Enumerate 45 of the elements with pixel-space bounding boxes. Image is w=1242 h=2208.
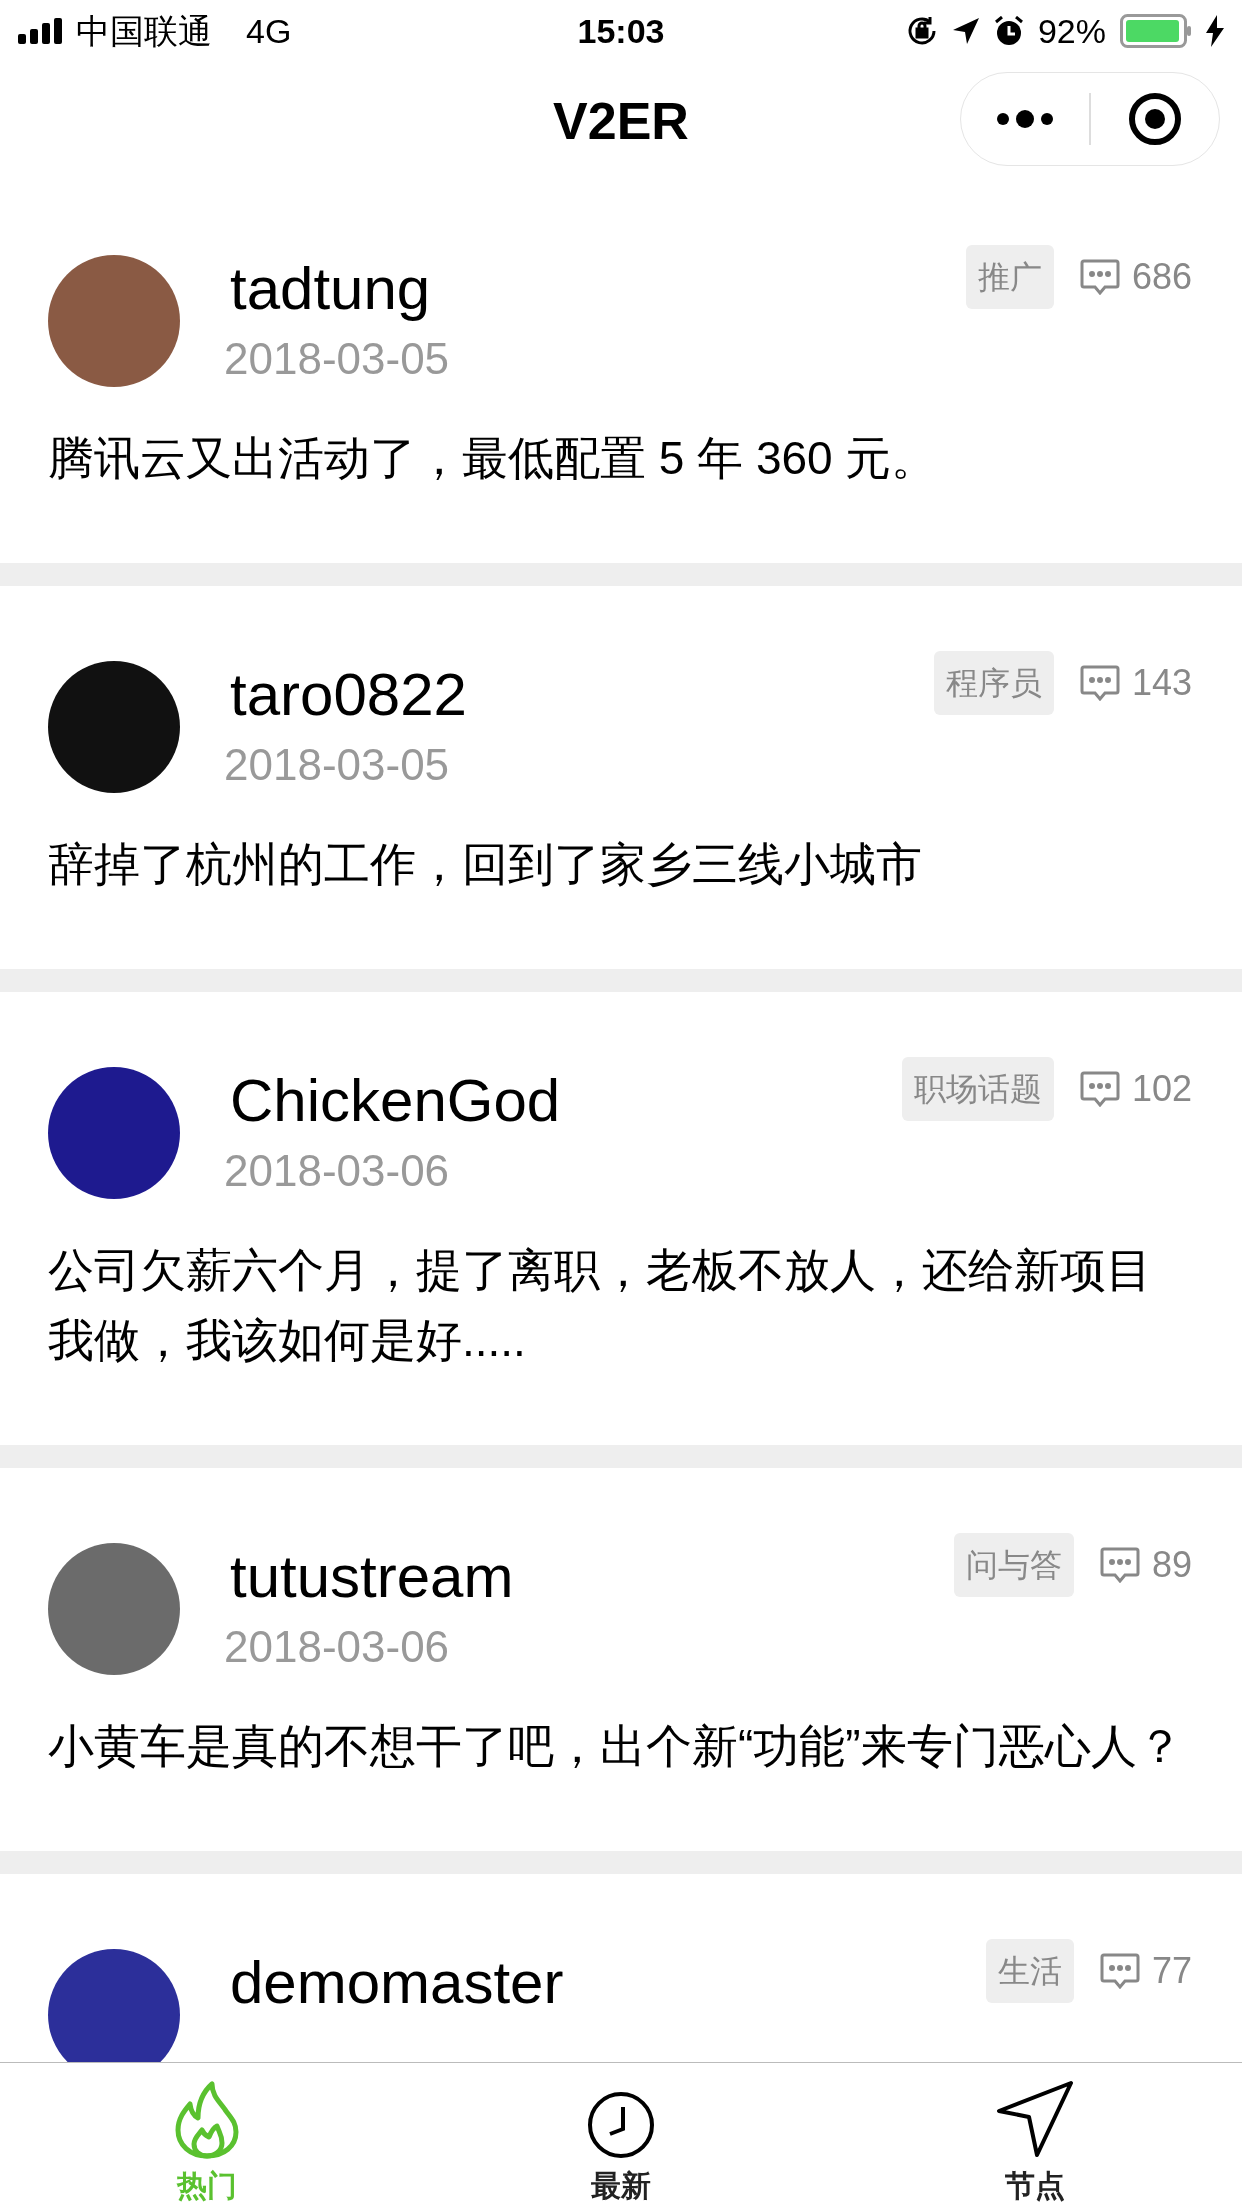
more-icon bbox=[995, 110, 1055, 128]
post-card[interactable]: ChickenGod 2018-03-06 职场话题 102 公司欠薪六个月，提了离职，老板不放人，还给新项目我做，我该如何是好..... bbox=[0, 992, 1242, 1445]
post-date: 2018-03-06 bbox=[224, 1621, 451, 1673]
post-title: 腾讯云又出活动了，最低配置 5 年 360 元。 bbox=[48, 431, 939, 486]
post-card[interactable]: demomaster 生活 77 bbox=[0, 1874, 1242, 2062]
network-type: 4G bbox=[246, 10, 292, 52]
carrier-name: 中国联通 bbox=[76, 10, 212, 52]
username[interactable]: demomaster bbox=[230, 1945, 986, 2021]
comment-icon bbox=[1099, 1547, 1140, 1583]
page-title: V2ER bbox=[553, 91, 689, 152]
post-title: 公司欠薪六个月，提了离职，老板不放人，还给新项目我做，我该如何是好..... bbox=[48, 1243, 1153, 1368]
battery-icon bbox=[1120, 14, 1192, 48]
post-title: 小黄车是真的不想干了吧，出个新“功能”来专门恶心人？ bbox=[48, 1719, 1184, 1774]
post-card[interactable]: tutustream 2018-03-06 问与答 89 小黄车是真的不想干了吧，出个新“功能”来专门恶心人？ bbox=[0, 1468, 1242, 1851]
alarm-clock-icon bbox=[993, 16, 1024, 46]
post-date: 2018-03-05 bbox=[224, 739, 451, 791]
post-title: 辞掉了杭州的工作，回到了家乡三线小城市 bbox=[48, 837, 923, 892]
charging-bolt-icon bbox=[1206, 15, 1224, 47]
comment-count: 77 bbox=[1151, 1949, 1192, 1993]
tab-item[interactable]: 最新 bbox=[414, 2063, 828, 2208]
tab-item[interactable]: 节点 bbox=[828, 2063, 1242, 2208]
send-arrow-icon bbox=[995, 2079, 1075, 2159]
location-arrow-icon bbox=[951, 17, 980, 45]
username[interactable]: taro0822 bbox=[230, 657, 934, 733]
comment-icon bbox=[1079, 665, 1120, 701]
clock-icon bbox=[587, 2091, 655, 2159]
post-card[interactable]: taro0822 2018-03-05 程序员 143 辞掉了杭州的工作，回到了家乡三线小城市 bbox=[0, 586, 1242, 969]
rotation-lock-icon bbox=[905, 15, 938, 47]
flame-icon bbox=[174, 2081, 240, 2159]
comment-icon bbox=[1079, 1071, 1120, 1107]
comment-icon bbox=[1079, 259, 1120, 295]
username[interactable]: ChickenGod bbox=[230, 1063, 902, 1139]
clock-time: 15:03 bbox=[577, 10, 665, 52]
post-date: 2018-03-05 bbox=[224, 333, 451, 385]
comment-count: 102 bbox=[1131, 1067, 1192, 1111]
username[interactable]: tadtung bbox=[230, 251, 966, 327]
comment-icon bbox=[1099, 1953, 1140, 1989]
username[interactable]: tutustream bbox=[230, 1539, 954, 1615]
post-card[interactable]: tadtung 2018-03-05 推广 686 腾讯云又出活动了，最低配置 5 年 360 元。 bbox=[0, 180, 1242, 563]
comment-count: 89 bbox=[1151, 1543, 1192, 1587]
post-date: 2018-03-06 bbox=[224, 1145, 451, 1197]
comment-count: 686 bbox=[1131, 255, 1192, 299]
target-icon bbox=[1128, 92, 1182, 146]
comment-count: 143 bbox=[1131, 661, 1192, 705]
battery-percent: 92% bbox=[1037, 10, 1106, 52]
